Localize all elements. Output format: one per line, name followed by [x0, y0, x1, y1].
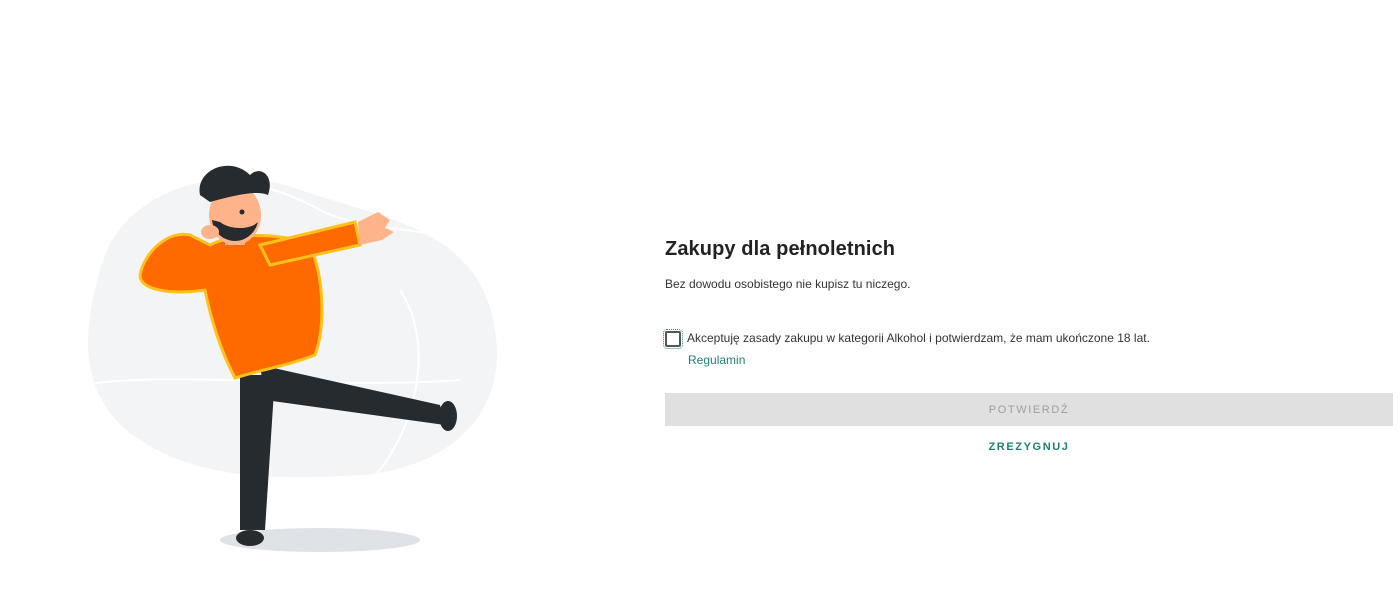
consent-checkbox[interactable]: [663, 329, 683, 349]
rules-link[interactable]: Regulamin: [688, 353, 1393, 367]
dialog-subtitle: Bez dowodu osobistego nie kupisz tu nicz…: [665, 277, 911, 291]
dialog-title: Zakupy dla pełnoletnich: [665, 238, 896, 260]
consent-label: Akceptuję zasady zakupu w kategorii Alko…: [687, 331, 1150, 345]
age-verification-dialog: Zakupy dla pełnoletnich Bez dowodu osobi…: [663, 238, 1393, 454]
cancel-button[interactable]: ZREZYGNUJ: [982, 440, 1075, 454]
age-verification-page: Zakupy dla pełnoletnich Bez dowodu osobi…: [0, 0, 1400, 613]
hand-left: [201, 225, 219, 239]
leg-stand: [240, 375, 275, 530]
man-dancing-illustration: [79, 165, 502, 552]
consent-row: Akceptuję zasady zakupu w kategorii Alko…: [663, 329, 1393, 349]
confirm-button[interactable]: POTWIERDŹ: [665, 393, 1393, 426]
